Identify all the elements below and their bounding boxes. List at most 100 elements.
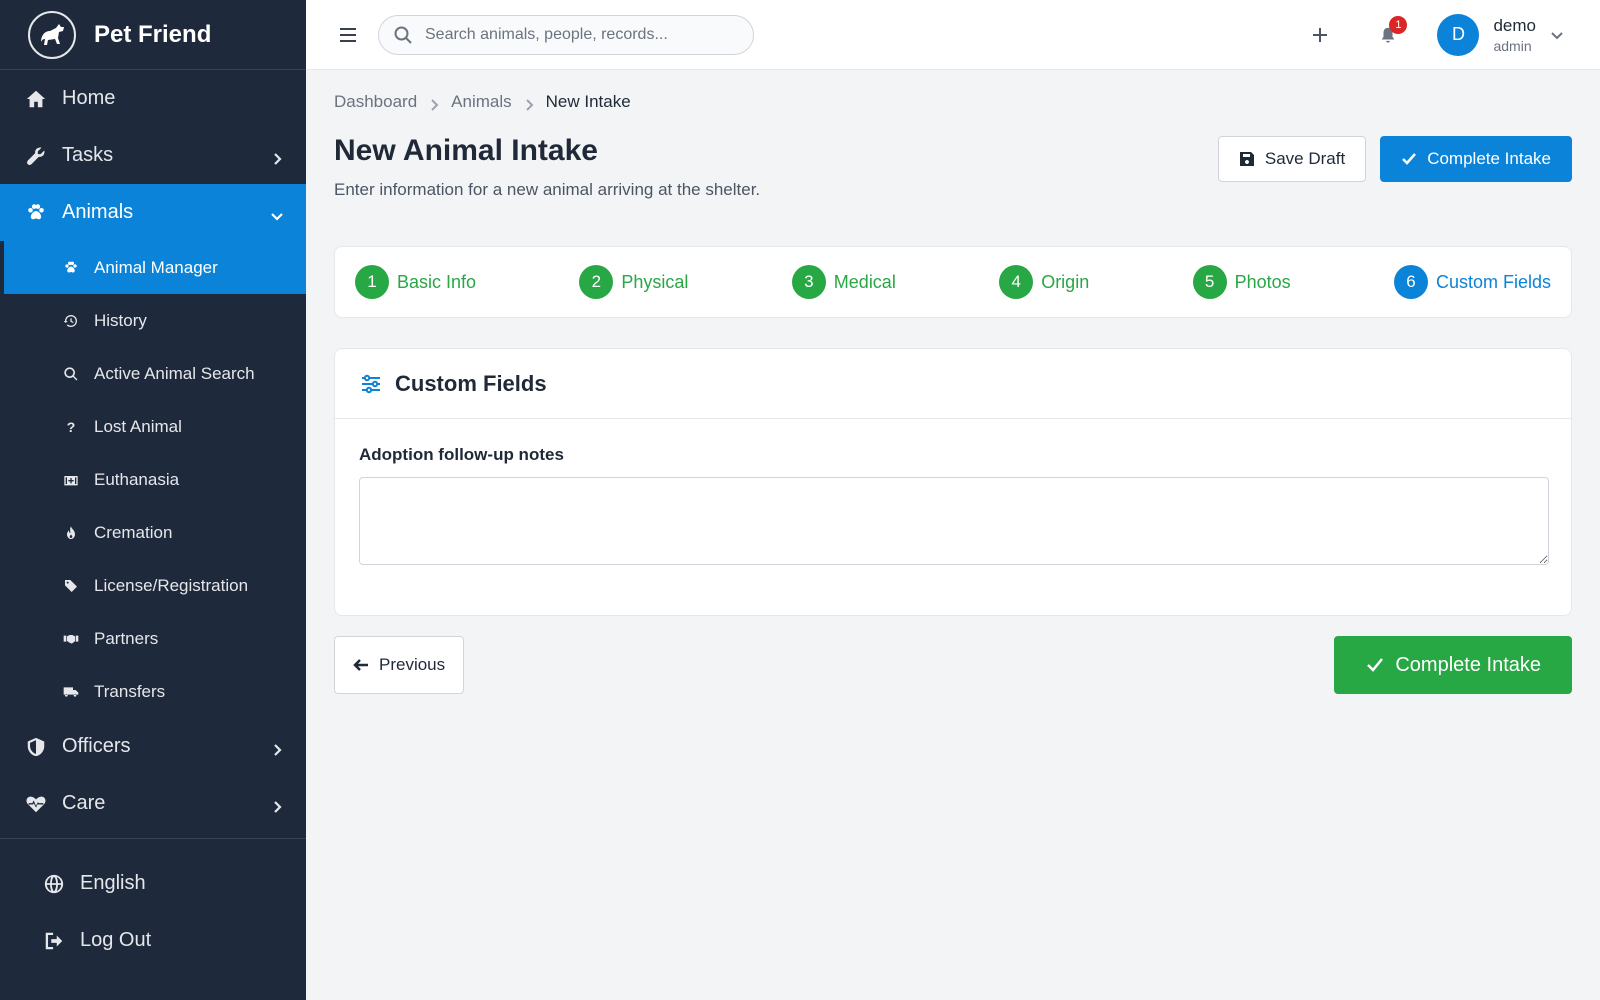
fire-icon [62, 524, 80, 542]
sidebar-item-cremation[interactable]: Cremation [0, 506, 306, 559]
hamburger-menu-icon[interactable] [334, 21, 362, 49]
sidebar-item-label: Partners [94, 628, 159, 648]
language-selector[interactable]: English [0, 855, 306, 912]
step-custom-fields[interactable]: 6 Custom Fields [1393, 265, 1551, 299]
logout-icon [42, 929, 66, 953]
step-number: 4 [999, 265, 1034, 299]
main-nav: Home Tasks Animals [0, 70, 306, 241]
sidebar-item-label: Transfers [94, 681, 166, 701]
app-name: Pet Friend [94, 20, 212, 48]
history-icon [62, 312, 80, 330]
logout-button[interactable]: Log Out [0, 912, 306, 969]
notifications-button[interactable]: 1 [1373, 15, 1408, 50]
sidebar-item-care[interactable]: Care [0, 775, 306, 832]
wrench-icon [24, 144, 48, 168]
chevron-right-icon [523, 96, 535, 111]
card-title: Custom Fields [395, 370, 547, 396]
complete-intake-button[interactable]: Complete Intake [1380, 136, 1572, 182]
save-draft-label: Save Draft [1264, 149, 1346, 168]
avatar[interactable]: D [1437, 13, 1480, 56]
card-body: Adoption follow-up notes [335, 419, 1571, 596]
main-nav-lower: Officers Care [0, 718, 306, 832]
chevron-right-icon [270, 149, 284, 165]
step-basic-info[interactable]: 1 Basic Info [355, 265, 476, 299]
step-origin[interactable]: 4 Origin [999, 265, 1089, 299]
form-footer: Previous Complete Intake [334, 636, 1572, 694]
complete-intake-footer-button[interactable]: Complete Intake [1334, 636, 1572, 694]
step-medical[interactable]: 3 Medical [791, 265, 896, 299]
sidebar-item-license-registration[interactable]: License/Registration [0, 559, 306, 612]
previous-button[interactable]: Previous [334, 636, 465, 694]
adoption-notes-label: Adoption follow-up notes [359, 445, 564, 464]
home-icon [24, 87, 48, 111]
paw-icon [62, 259, 80, 277]
step-label: Medical [833, 271, 896, 292]
page-heading: New Animal Intake Enter information for … [334, 134, 760, 200]
sidebar-item-label: License/Registration [94, 575, 249, 595]
language-label: English [80, 872, 146, 894]
sidebar-item-lost-animal[interactable]: ? Lost Animal [0, 400, 306, 453]
complete-intake-label: Complete Intake [1427, 149, 1551, 168]
check-icon [1367, 658, 1384, 672]
sliders-icon [362, 374, 380, 393]
sidebar-item-history[interactable]: History [0, 294, 306, 347]
breadcrumb: Dashboard Animals New Intake [334, 92, 1572, 112]
step-number: 5 [1192, 265, 1227, 299]
dog-logo-icon [28, 10, 76, 59]
step-photos[interactable]: 5 Photos [1192, 265, 1291, 299]
page-title: New Animal Intake [334, 134, 598, 167]
step-label: Photos [1234, 271, 1291, 292]
chevron-right-icon [428, 96, 440, 111]
sidebar-item-transfers[interactable]: Transfers [0, 665, 306, 718]
user-name: demo [1493, 15, 1536, 35]
plus-icon [1313, 27, 1328, 42]
sidebar-item-label: Active Animal Search [94, 363, 255, 383]
handshake-icon [62, 630, 80, 648]
sidebar-item-home[interactable]: Home [0, 70, 306, 127]
complete-intake-footer-label: Complete Intake [1395, 653, 1541, 676]
sidebar-item-label: History [94, 310, 147, 330]
user-info[interactable]: demo admin [1493, 16, 1536, 54]
question-icon: ? [66, 418, 76, 435]
chevron-down-icon[interactable] [1550, 28, 1564, 42]
user-role: admin [1493, 37, 1532, 54]
step-label: Custom Fields [1435, 271, 1551, 292]
chevron-right-icon [270, 797, 284, 813]
sidebar-item-partners[interactable]: Partners [0, 612, 306, 665]
sidebar-item-label: Lost Animal [94, 416, 182, 436]
heartbeat-icon [24, 792, 48, 816]
topbar: 1 D demo admin [306, 0, 1600, 70]
step-physical[interactable]: 2 Physical [579, 265, 688, 299]
step-label: Origin [1041, 271, 1090, 292]
sidebar-item-animals[interactable]: Animals [0, 184, 306, 241]
search-icon [62, 365, 80, 383]
sidebar-item-label: Home [62, 87, 116, 109]
step-number: 1 [355, 265, 389, 299]
arrow-left-icon [353, 659, 368, 671]
search-input[interactable] [425, 25, 725, 44]
sidebar-item-euthanasia[interactable]: Euthanasia [0, 453, 306, 506]
sidebar-item-officers[interactable]: Officers [0, 718, 306, 775]
truck-icon [62, 683, 80, 701]
brand[interactable]: Pet Friend [0, 0, 306, 70]
breadcrumb-dashboard[interactable]: Dashboard [334, 92, 417, 112]
intake-steps: 1 Basic Info 2 Physical 3 Medical 4 Orig… [334, 246, 1572, 318]
sidebar-item-label: Animal Manager [94, 257, 218, 277]
sidebar-item-active-animal-search[interactable]: Active Animal Search [0, 347, 306, 400]
add-button[interactable] [1305, 20, 1335, 50]
card-header: Custom Fields [335, 349, 1571, 419]
sidebar-item-animal-manager[interactable]: Animal Manager [0, 241, 306, 294]
main-content: Dashboard Animals New Intake New Animal … [334, 70, 1572, 694]
step-number: 6 [1393, 265, 1428, 299]
chevron-down-icon [270, 206, 284, 221]
top-actions: 1 D demo admin [1305, 13, 1600, 56]
adoption-notes-textarea[interactable] [359, 477, 1549, 565]
animals-submenu: Animal Manager History Active Animal Sea… [0, 241, 306, 718]
page-subtitle: Enter information for a new animal arriv… [334, 180, 761, 199]
save-icon [1239, 152, 1254, 166]
save-draft-button[interactable]: Save Draft [1217, 136, 1367, 182]
breadcrumb-animals[interactable]: Animals [451, 92, 511, 112]
notification-badge: 1 [1389, 15, 1408, 34]
sidebar-item-tasks[interactable]: Tasks [0, 127, 306, 184]
previous-label: Previous [379, 655, 446, 674]
